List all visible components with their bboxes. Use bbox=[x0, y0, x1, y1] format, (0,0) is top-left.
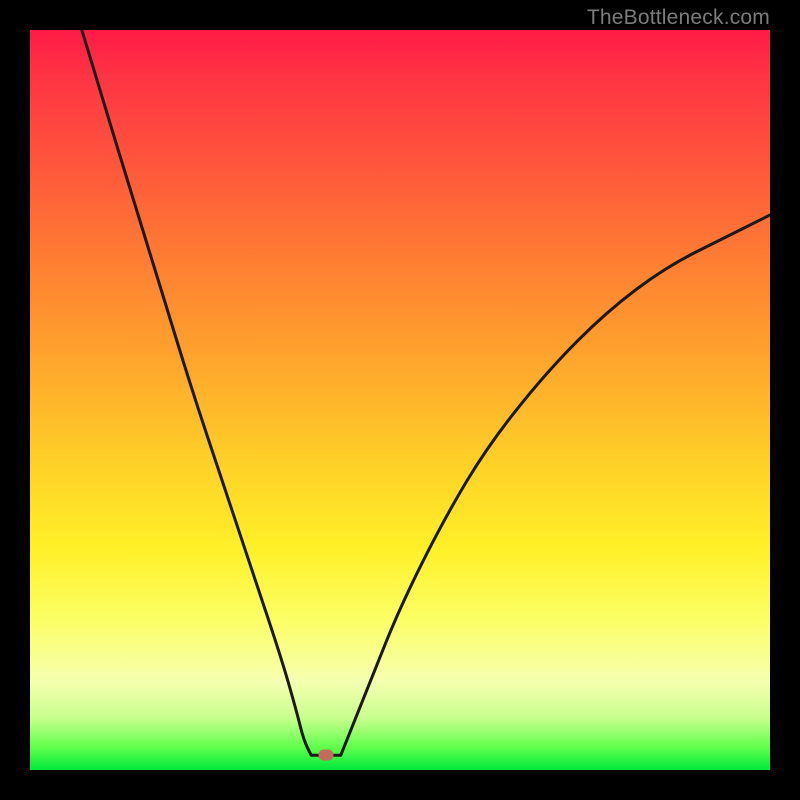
chart-frame: TheBottleneck.com bbox=[0, 0, 800, 800]
watermark-text: TheBottleneck.com bbox=[587, 6, 770, 30]
bottleneck-curve bbox=[30, 30, 770, 770]
valley-marker bbox=[319, 750, 334, 761]
plot-area bbox=[30, 30, 770, 770]
